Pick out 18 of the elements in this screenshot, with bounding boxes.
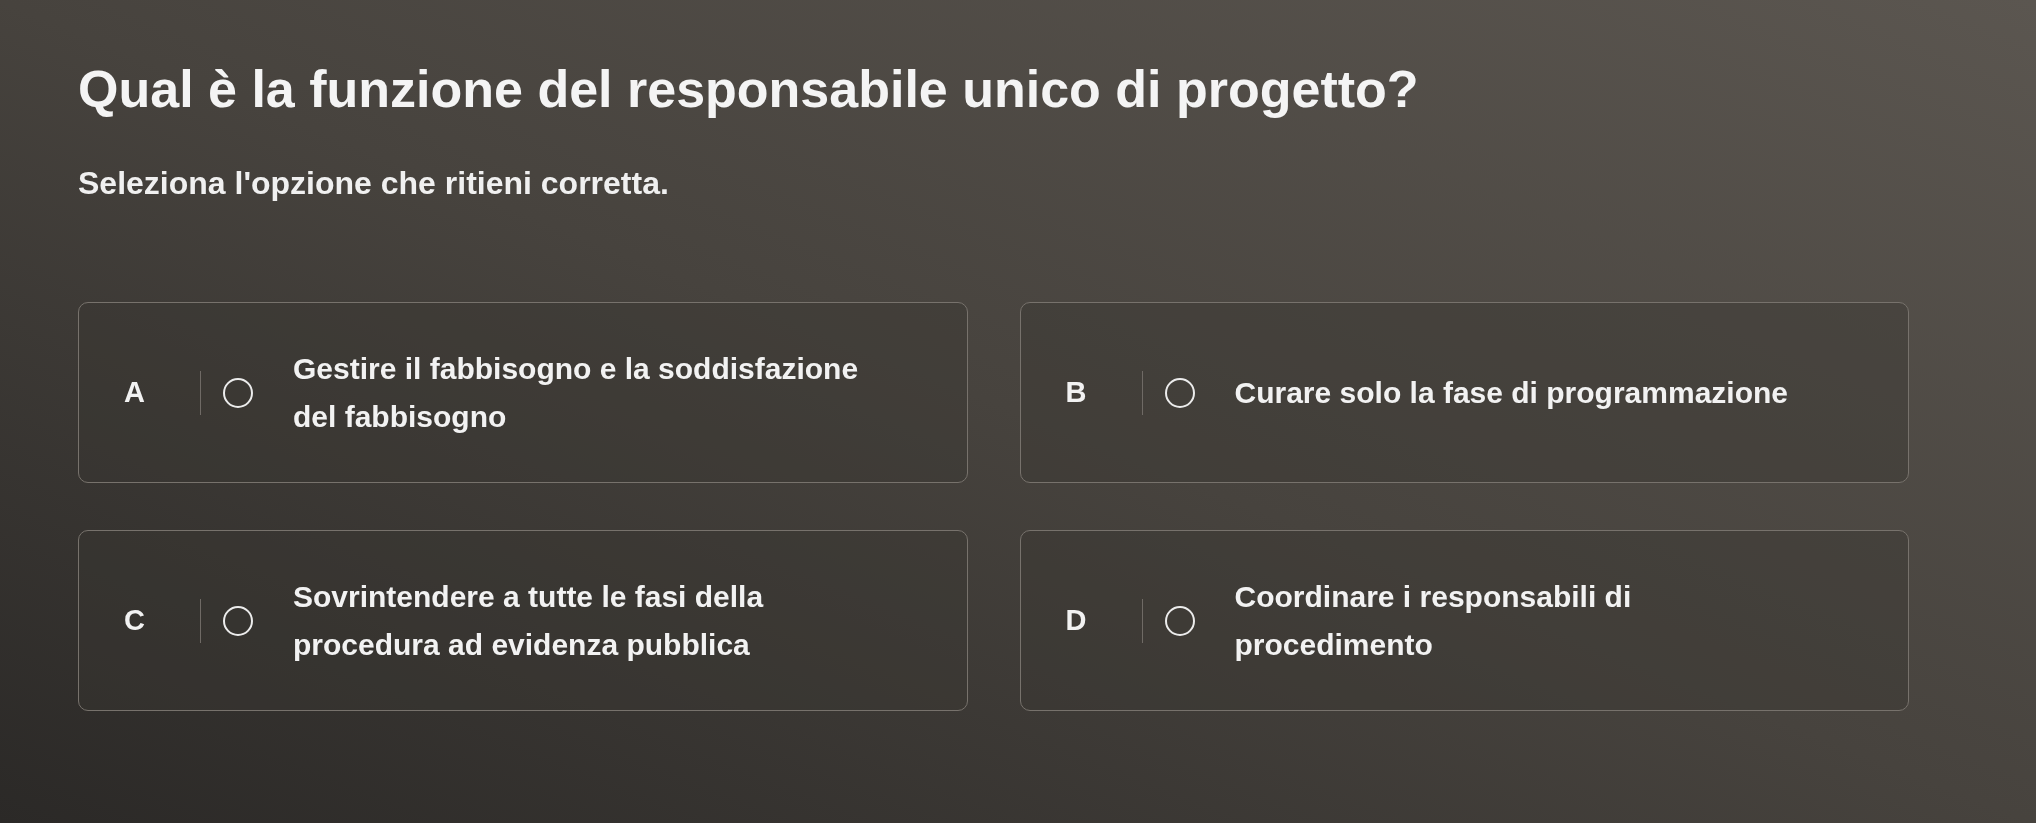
question-title: Qual è la funzione del responsabile unico di progetto?	[78, 60, 1420, 118]
option-text: Curare solo la fase di programmazione	[1234, 374, 1788, 411]
radio-button[interactable]	[1164, 377, 1195, 408]
radio-button[interactable]	[223, 377, 253, 408]
radio-button[interactable]	[1164, 605, 1195, 636]
option-letter: B	[1065, 378, 1088, 407]
option-card[interactable]: B Curare solo la fase di programmazione	[1019, 302, 1909, 483]
option-card[interactable]: A Gestire il fabbisogno e la soddisfazione del fabbisogno	[78, 302, 968, 483]
option-letter: A	[124, 378, 146, 407]
option-text: Sovrintendere a tutte le fasi della procedura ad evidenza pubblica	[293, 578, 764, 663]
option-text: Coordinare i responsabili di procedimento	[1234, 578, 1632, 663]
option-text: Gestire il fabbisogno e la soddisfazione del fabbisogno	[293, 350, 859, 435]
option-card[interactable]: D Coordinare i responsabili di procedimento	[1019, 530, 1909, 711]
option-card[interactable]: C Sovrintendere a tutte le fasi della procedura ad evidenza pubblica	[78, 530, 968, 711]
option-letter: C	[124, 606, 146, 635]
instruction-text: Seleziona l'opzione che ritieni corretta.	[78, 164, 670, 202]
option-letter: D	[1065, 606, 1088, 635]
radio-button[interactable]	[223, 605, 253, 636]
